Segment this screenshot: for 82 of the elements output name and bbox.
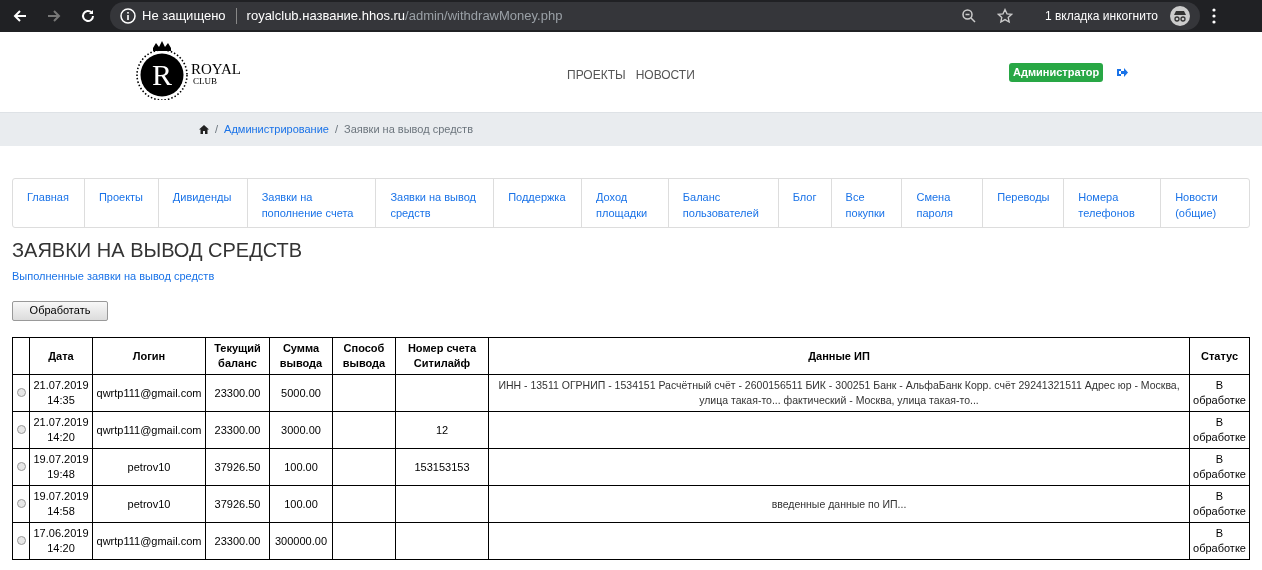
table-cell: petrov10 [127,460,171,473]
column-header: Логин [92,337,206,375]
table-cell: 17.06.2019 14:20 [33,527,89,555]
nav-tab[interactable]: Заявки на пополнение счета [246,179,376,227]
process-button[interactable]: Обработать [12,300,108,321]
table-cell: 37926.50 [214,497,261,510]
page-title: ЗАЯВКИ НА ВЫВОД СРЕДСТВ [12,238,304,262]
incognito-icon[interactable] [1170,6,1190,26]
star-icon[interactable] [996,8,1013,24]
table-cell: 100.00 [284,497,318,510]
nav-tab[interactable]: Смена пароля [901,179,983,227]
table-cell: В обработке [1193,490,1246,518]
nav-tab[interactable]: Номера телефонов [1063,179,1161,227]
table-cell: qwrtp111@gmail.com [96,386,202,399]
home-icon[interactable] [199,125,209,134]
logout-icon[interactable] [1117,67,1129,77]
nav-tab[interactable]: Блог [777,179,831,227]
breadcrumb-separator: / [334,122,339,138]
table-cell: введенные данные по ИП... [771,497,907,510]
incognito-label: 1 вкладка инкогнито [1044,8,1158,25]
nav-tab[interactable]: Переводы [982,179,1064,227]
table-cell: 23300.00 [214,386,261,399]
column-header: Способ вывода [332,337,396,375]
nav-tab[interactable]: Все покупки [830,179,902,227]
table-cell: 153153153 [414,460,470,473]
row-radio[interactable] [16,425,26,434]
column-header: Номер счета Ситилайф [395,337,489,375]
logo-title: ROYAL [191,62,241,77]
zoom-icon[interactable] [960,8,977,24]
logo-emblem: R [135,40,189,100]
table-cell: В обработке [1193,453,1246,481]
nav-tab[interactable]: Проекты [83,179,158,227]
breadcrumb-current: Заявки на вывод средств [344,122,473,138]
table-cell: В обработке [1193,379,1246,407]
table-cell: 100.00 [284,460,318,473]
table-cell: qwrtp111@gmail.com [96,534,202,547]
column-header: Данные ИП [488,337,1190,375]
table-cell: 21.07.2019 14:20 [33,416,89,444]
back-icon[interactable] [12,8,28,24]
nav-tab[interactable]: Дивиденды [157,179,247,227]
breadcrumb-link[interactable]: Администрирование [224,121,329,138]
table-cell: 19.07.2019 19:48 [33,453,89,481]
table-cell: 21.07.2019 14:35 [33,379,89,407]
table-cell: ИНН - 13511 ОГРНИП - 1534151 Расчётный счёт - 2600156511 БИК - 300251 Банк - АльфаБанк Корр. счёт 29241321511 Адрес юр - Москва, улица такая-то... фактический - Москва, улица такая-то... [498,379,1180,407]
address-bar[interactable]: Не защищено royalclub.название.hhos.ru/admin/withdrawMoney.php 1 вкладка инкогнито [110,2,1200,30]
nav-tab[interactable]: Доход площадки [581,179,668,227]
nav-tab[interactable]: Поддержка [493,179,581,227]
table-cell: В обработке [1193,416,1246,444]
table-cell: 23300.00 [214,423,261,436]
column-header: Статус [1189,337,1250,375]
nav-link[interactable]: НОВОСТИ [635,66,695,84]
column-header: Дата [29,337,93,375]
table-cell: 300000.00 [275,534,327,547]
row-radio[interactable] [16,499,26,508]
breadcrumb-separator: / [215,122,219,138]
menu-icon[interactable] [1212,8,1216,24]
nav-tab[interactable]: Заявки на вывод средств [375,179,494,227]
logo-subtitle: CLUB [193,77,218,86]
table-cell: 12 [435,423,449,436]
column-header: Сумма вывода [269,337,333,375]
table-cell: 3000.00 [281,423,321,436]
role-badge: Администратор [1009,63,1104,82]
table-cell: В обработке [1193,527,1246,555]
nav-tab[interactable]: Главная [13,179,84,227]
row-radio[interactable] [16,388,26,397]
security-label: Не защищено [142,7,226,26]
row-radio[interactable] [16,462,26,471]
nav-tab[interactable]: Новости (общие) [1160,179,1249,227]
row-radio[interactable] [16,536,26,545]
nav-link[interactable]: ПРОЕКТЫ [567,66,626,84]
table-cell: 19.07.2019 14:58 [33,490,89,518]
table-cell: 37926.50 [214,460,261,473]
url-text: royalclub.название.hhos.ru/admin/withdrawMoney.php [246,7,563,26]
table-cell: petrov10 [127,497,171,510]
info-icon[interactable] [120,8,136,24]
column-header: Текущий баланс [205,337,270,375]
reload-icon[interactable] [80,8,96,24]
table-cell: 23300.00 [214,534,261,547]
completed-requests-link[interactable]: Выполненные заявки на вывод средств [12,268,215,285]
nav-tab[interactable]: Баланс пользователей [667,179,778,227]
table-cell: 5000.00 [281,386,321,399]
table-cell: qwrtp111@gmail.com [96,423,202,436]
